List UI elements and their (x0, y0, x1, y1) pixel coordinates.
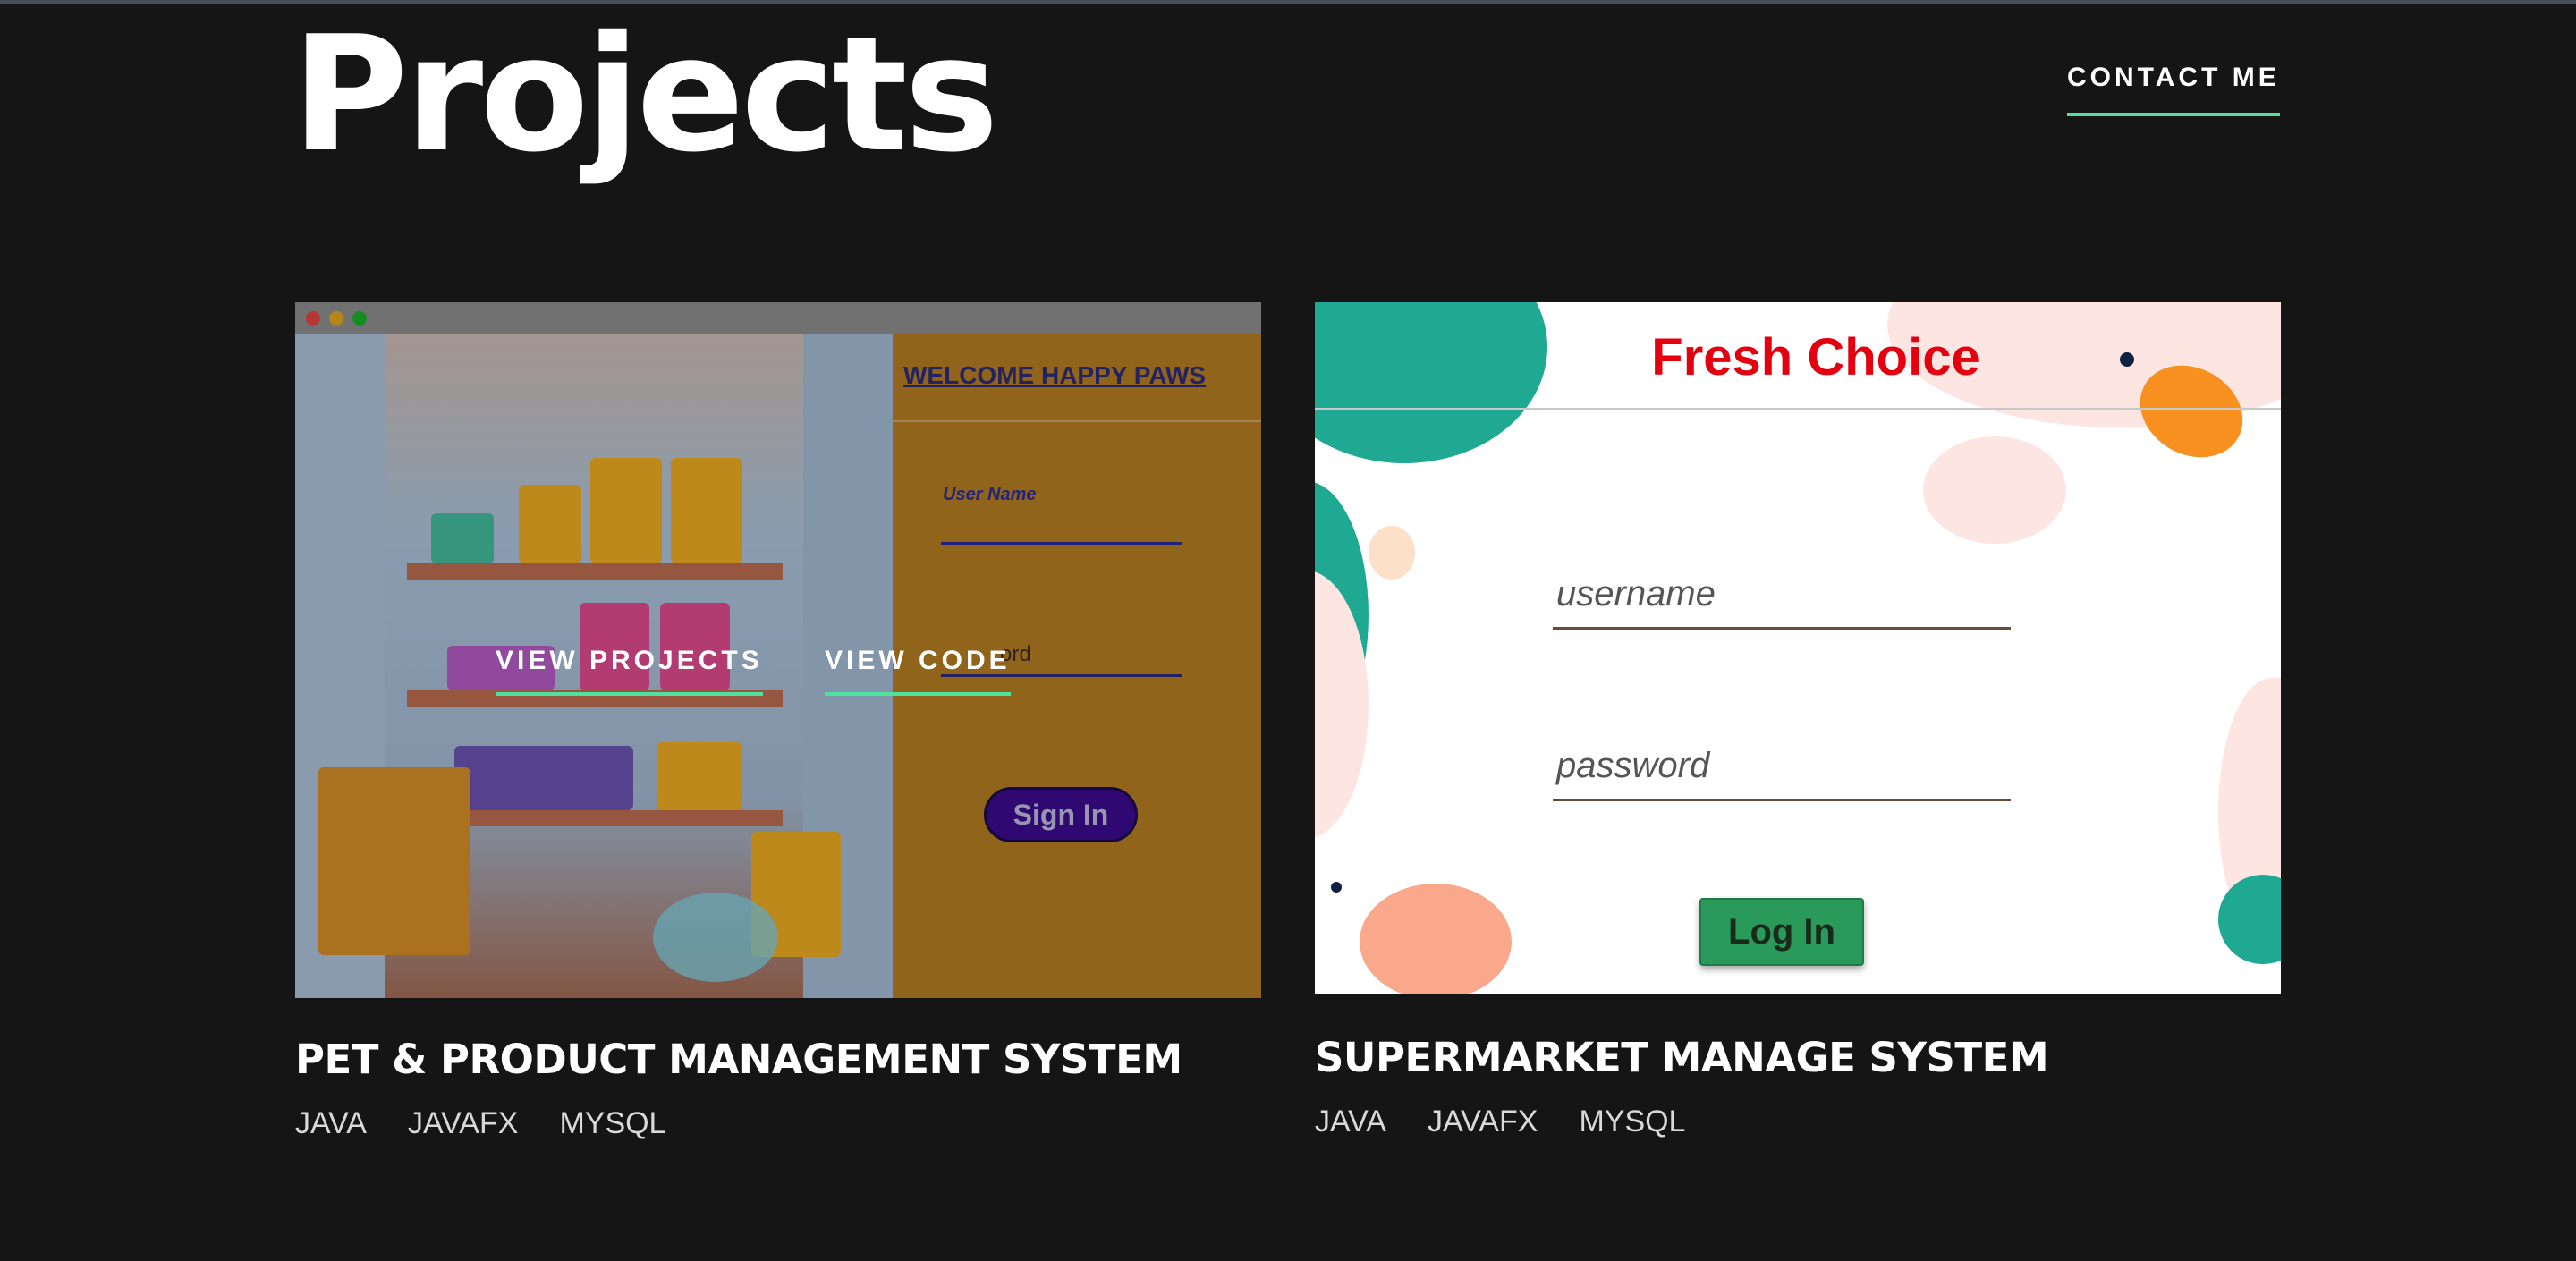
view-code-link[interactable]: VIEW CODE (825, 646, 1011, 696)
contact-me-link[interactable]: CONTACT ME (2067, 63, 2280, 116)
project-thumbnail[interactable]: WELCOME HAPPY PAWS User Name ord Sign In… (295, 302, 1261, 998)
project-title: SUPERMARKET MANAGE SYSTEM (1315, 1034, 2049, 1081)
view-projects-link[interactable]: VIEW PROJECTS (496, 646, 763, 696)
hover-overlay (295, 302, 1261, 998)
tag: JAVAFX (408, 1106, 519, 1140)
tag: JAVA (295, 1106, 367, 1140)
page-title: Projects (292, 2, 999, 187)
tag: MYSQL (1579, 1104, 1686, 1138)
tech-tags: JAVA JAVAFX MYSQL (295, 1106, 1261, 1141)
log-in-button: Log In (1699, 898, 1864, 966)
header-divider (1315, 408, 2281, 410)
tag: MYSQL (559, 1106, 666, 1140)
tech-tags: JAVA JAVAFX MYSQL (1315, 1104, 2281, 1139)
project-thumbnail[interactable]: Fresh Choice username password Log In (1315, 302, 2281, 994)
supermarket-background (1315, 302, 2281, 994)
project-card: Fresh Choice username password Log In SU… (1315, 302, 2281, 1139)
password-field: password (1553, 746, 2011, 801)
tag: JAVA (1315, 1104, 1386, 1138)
brand-title: Fresh Choice (1651, 328, 1980, 386)
project-title: PET & PRODUCT MANAGEMENT SYSTEM (295, 1036, 1182, 1083)
username-field: username (1553, 574, 2011, 630)
project-card: WELCOME HAPPY PAWS User Name ord Sign In… (295, 302, 1261, 1141)
tag: JAVAFX (1428, 1104, 1538, 1138)
